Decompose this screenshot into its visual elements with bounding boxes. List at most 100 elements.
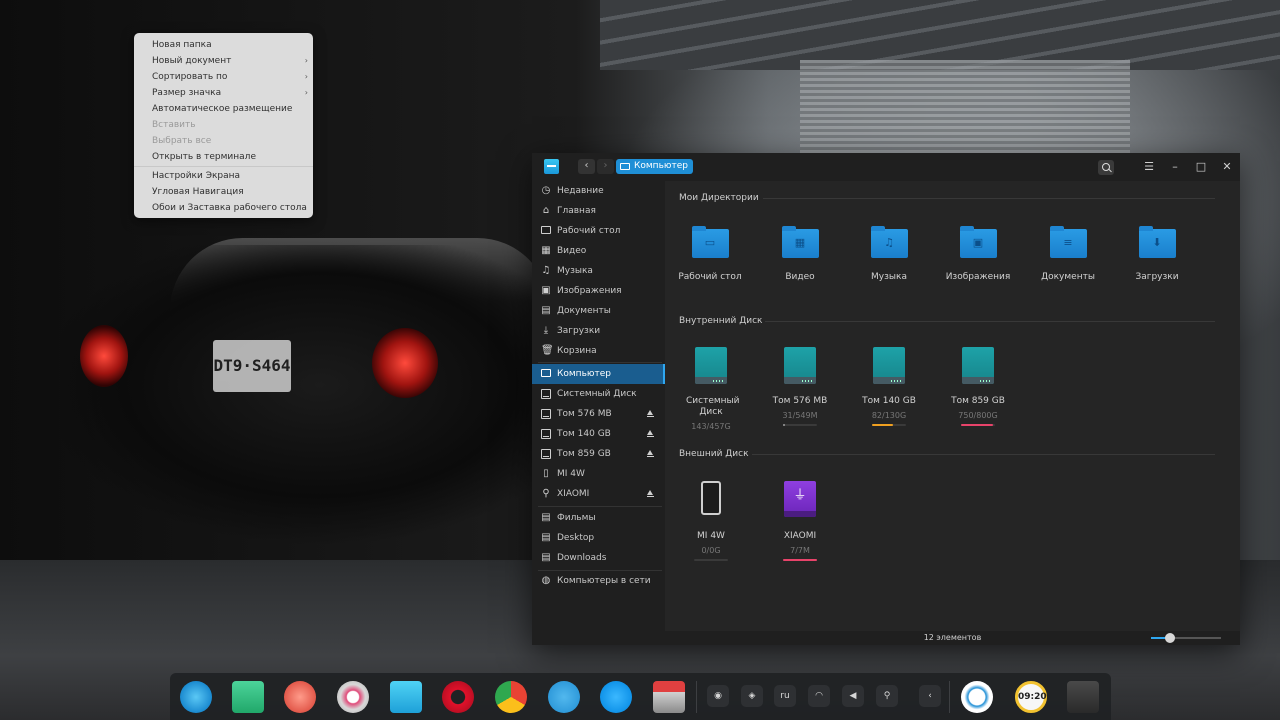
deepin-launcher-icon[interactable] [180,681,212,713]
volume-icon[interactable]: ◀ [842,685,864,707]
skype-icon[interactable] [600,681,632,713]
music-icon: ♫ [541,265,551,276]
wifi-icon[interactable]: ◠ [808,685,830,707]
menu-item-wallpaper-screensaver[interactable]: Обои и Заставка рабочего стола [134,200,313,216]
sidebar-item-films[interactable]: ▤ Фильмы [532,508,665,528]
keyboard-layout-indicator[interactable]: ru [774,685,796,707]
eject-icon[interactable] [646,410,654,417]
menu-item-label: Обои и Заставка рабочего стола [152,203,307,213]
sidebar-item-music[interactable]: ♫ Музыка [532,261,665,281]
disk-volume-859gb[interactable]: Том 859 GB 750/800G [933,347,1023,426]
menu-item-new-folder[interactable]: Новая папка [134,37,313,53]
settings-icon[interactable] [337,681,369,713]
disk-volume-576mb[interactable]: Том 576 MB 31/549M [755,347,845,426]
menu-item-icon-size[interactable]: Размер значка › [134,85,313,101]
disk-usage-text: 82/130G [871,411,907,420]
tray-collapse-chevron-icon[interactable]: ‹ [919,685,941,707]
usb-tray-icon[interactable]: ⚲ [876,685,898,707]
multitasking-icon[interactable] [232,681,264,713]
sidebar-item-documents[interactable]: ▤ Документы [532,301,665,321]
maximize-button[interactable]: □ [1188,153,1214,181]
notification-icon[interactable]: ◉ [707,685,729,707]
device-mi4w[interactable]: MI 4W 0/0G [666,481,756,561]
folder-downloads[interactable]: ⬇ Загрузки [1112,226,1202,283]
submenu-arrow-icon: › [304,72,308,81]
sidebar-item-system-disk[interactable]: Системный Диск [532,384,665,404]
folder-glyph: ⬇ [1152,236,1162,249]
menu-item-open-terminal[interactable]: Открыть в терминале [134,149,313,165]
sidebar-item-label: Том 576 MB [557,409,612,419]
menu-item-label: Автоматическое размещение [152,104,293,114]
menu-item-hot-corners[interactable]: Угловая Навигация [134,184,313,200]
telegram-icon[interactable] [548,681,580,713]
home-icon: ⌂ [542,205,550,216]
folder-icon: ▤ [541,552,551,563]
minimize-button[interactable]: – [1162,153,1188,181]
folder-label: Изображения [945,272,1011,282]
disk-system[interactable]: Системный Диск 143/457G [666,347,756,431]
video-folder-icon: ▦ [781,226,819,258]
sidebar-item-recent[interactable]: ◷ Недавние [532,181,665,201]
menu-item-label: Сортировать по [152,72,228,82]
eject-icon[interactable] [646,490,654,497]
breadcrumb-label: Компьютер [634,161,688,171]
sidebar-item-volume-576mb[interactable]: Том 576 MB [532,404,665,424]
folder-label: Документы [1041,272,1095,282]
sidebar-item-computer[interactable]: Компьютер [532,364,665,384]
folder-music[interactable]: ♫ Музыка [844,226,934,283]
search-button[interactable] [1098,159,1114,175]
folder-label: Загрузки [1135,272,1179,282]
desktop-folder-icon: ▭ [691,226,729,258]
sidebar-item-volume-859gb[interactable]: Том 859 GB [532,444,665,464]
sidebar: ◷ Недавние ⌂ Главная Рабочий стол ▦ Видео ♫… [532,181,665,645]
opera-icon[interactable] [442,681,474,713]
sidebar-item-videos[interactable]: ▦ Видео [532,241,665,261]
system-monitor-icon[interactable]: ◈ [741,685,763,707]
desktop-icon [541,226,551,236]
back-button[interactable]: ‹ [578,159,595,174]
download-icon: ⤓ [543,325,549,336]
clock-widget[interactable]: 09:20 [1015,681,1047,713]
folder-desktop[interactable]: ▭ Рабочий стол [665,226,755,283]
sidebar-item-downloads[interactable]: ⤓ Загрузки [532,321,665,341]
sidebar-item-desktop[interactable]: Рабочий стол [532,221,665,241]
eject-icon[interactable] [646,430,654,437]
menu-item-new-document[interactable]: Новый документ › [134,53,313,69]
trash-bin-icon[interactable] [1067,681,1099,713]
disk-usage-text: 0/0G [701,546,721,555]
titlebar[interactable]: ‹ › Компьютер ☰ – □ ✕ [532,153,1240,181]
main-menu-button[interactable]: ☰ [1136,153,1162,181]
forward-button[interactable]: › [597,159,614,174]
folder-glyph: ▦ [794,236,806,249]
installer-icon[interactable] [653,681,685,713]
folder-glyph: ▣ [972,236,984,249]
sidebar-item-volume-140gb[interactable]: Том 140 GB [532,424,665,444]
menu-item-sort-by[interactable]: Сортировать по › [134,69,313,85]
zoom-slider-handle[interactable] [1164,633,1175,643]
folder-videos[interactable]: ▦ Видео [755,226,845,283]
device-xiaomi[interactable]: ⏚ XIAOMI 7/7M [755,481,845,561]
power-icon[interactable] [961,681,993,713]
hard-disk-icon [784,347,816,384]
folder-documents[interactable]: ≡ Документы [1023,226,1113,283]
breadcrumb[interactable]: Компьютер [616,159,693,174]
close-button[interactable]: ✕ [1214,153,1240,181]
menu-item-display-settings[interactable]: Настройки Экрана [134,168,313,184]
folder-pictures[interactable]: ▣ Изображения [933,226,1023,283]
eject-icon[interactable] [646,450,654,457]
sidebar-item-home[interactable]: ⌂ Главная [532,201,665,221]
sidebar-item-downloads-bookmark[interactable]: ▤ Downloads [532,548,665,568]
sidebar-item-xiaomi[interactable]: ⚲ XIAOMI [532,484,665,504]
sidebar-item-pictures[interactable]: ▣ Изображения [532,281,665,301]
file-manager-icon[interactable] [390,681,422,713]
screen-recorder-icon[interactable] [284,681,316,713]
sidebar-item-network[interactable]: ◍ Компьютеры в сети [532,571,665,591]
sidebar-item-trash[interactable]: 🗑︎ Корзина [532,341,665,361]
disk-volume-140gb[interactable]: Том 140 GB 82/130G [844,347,934,426]
sidebar-item-mi4w[interactable]: ▯ MI 4W [532,464,665,484]
chrome-icon[interactable] [495,681,527,713]
sidebar-item-label: Музыка [557,266,593,276]
main-content[interactable]: Мои Директории ▭ Рабочий стол ▦ Видео ♫ … [665,181,1240,631]
sidebar-item-desktop-bookmark[interactable]: ▤ Desktop [532,528,665,548]
menu-item-auto-arrange[interactable]: Автоматическое размещение [134,101,313,117]
